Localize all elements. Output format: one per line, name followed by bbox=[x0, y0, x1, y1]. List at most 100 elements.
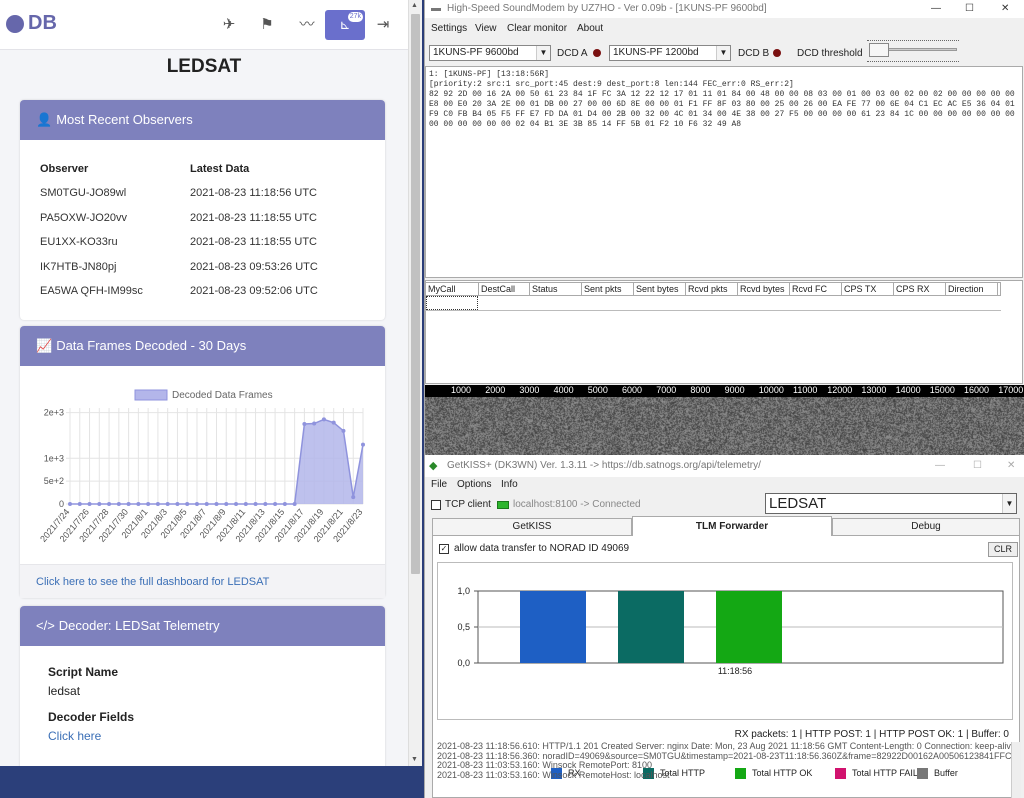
chart-icon: 📈 bbox=[36, 338, 53, 353]
user-icon: 👤 bbox=[36, 112, 53, 127]
stations-icon[interactable]: ⚑ bbox=[256, 14, 278, 36]
data-point bbox=[253, 502, 258, 506]
observer-latest-data: 2021-08-23 11:18:56 UTC bbox=[190, 187, 317, 199]
minimize-icon[interactable]: — bbox=[935, 455, 945, 477]
grid-column-header[interactable]: Rcvd FC bbox=[790, 283, 842, 295]
data-point bbox=[204, 502, 209, 506]
grid-column-header[interactable]: CPS TX bbox=[842, 283, 894, 295]
grid-column-header[interactable]: CPS RX bbox=[894, 283, 946, 295]
allow-transfer-checkbox[interactable]: ✓ bbox=[439, 544, 449, 554]
decoder-card: </> Decoder: LEDSat Telemetry Script Name… bbox=[20, 606, 385, 766]
gk-menu-file[interactable]: File bbox=[431, 479, 447, 490]
observer-latest-data: 2021-08-23 11:18:55 UTC bbox=[190, 211, 317, 224]
data-point bbox=[87, 502, 92, 506]
slider-thumb[interactable] bbox=[869, 43, 889, 57]
log-line: 2021-08-23 11:18:56.360: noradID=49069&s… bbox=[437, 751, 1015, 761]
hs-menu-about[interactable]: About bbox=[577, 23, 603, 34]
observations-icon[interactable]: 〰 bbox=[296, 14, 318, 36]
frequency-tick-label: 7000 bbox=[656, 385, 677, 395]
grid-column-header[interactable]: Rcvd pkts bbox=[686, 283, 738, 295]
minimize-icon[interactable]: — bbox=[931, 0, 941, 18]
grid-column-header[interactable]: Direction bbox=[946, 283, 998, 295]
modem-b-select[interactable]: 1KUNS-PF 1200bd ▼ bbox=[609, 45, 731, 61]
observers-card-header: 👤 Most Recent Observers bbox=[20, 100, 385, 140]
data-point bbox=[136, 502, 141, 506]
frequency-tick-label: 11000 bbox=[793, 385, 818, 395]
grid-column-header[interactable]: DestCall bbox=[479, 283, 530, 295]
dcd-threshold-slider[interactable] bbox=[867, 40, 959, 62]
monitor-hex: 82 92 2D 00 16 2A 00 50 61 23 84 1F FC 3… bbox=[429, 90, 1015, 129]
satnogs-logo[interactable]: DB bbox=[6, 12, 57, 35]
data-point bbox=[116, 502, 121, 506]
tcp-client-checkbox[interactable] bbox=[431, 500, 441, 510]
grid-column-header[interactable]: MyCall bbox=[426, 283, 479, 295]
logo-text: DB bbox=[28, 12, 57, 34]
frames-card-footer: Click here to see the full dashboard for… bbox=[20, 564, 385, 598]
log-line: 2021-08-23 11:03:53.160: Winsock RemoteH… bbox=[437, 770, 670, 780]
close-icon[interactable]: ✕ bbox=[1001, 0, 1009, 18]
gk-menu-info[interactable]: Info bbox=[501, 479, 518, 490]
frames-card: 📈 Data Frames Decoded - 30 Days 2e+3 1e+3 5… bbox=[20, 326, 385, 598]
gk-menu-options[interactable]: Options bbox=[457, 479, 491, 490]
x-tick-label: 11:18:56 bbox=[718, 666, 752, 676]
satellite-icon[interactable]: ✈ bbox=[218, 14, 240, 36]
data-point bbox=[341, 428, 346, 433]
data-point bbox=[361, 442, 365, 447]
data-point bbox=[214, 502, 219, 506]
tlm-log[interactable]: 2021-08-23 11:18:56.610: HTTP/1.1 201 Cr… bbox=[437, 742, 1015, 798]
frequency-tick-label: 3000 bbox=[519, 385, 540, 395]
tab-debug[interactable]: Debug bbox=[832, 518, 1020, 536]
tab-tlm-forwarder[interactable]: TLM Forwarder bbox=[632, 516, 832, 537]
hs-menu-view[interactable]: View bbox=[475, 23, 497, 34]
log-scrollbar[interactable] bbox=[1011, 742, 1021, 798]
statistics-nav-button[interactable]: ⊾ 27k bbox=[325, 10, 365, 40]
scroll-down-icon[interactable]: ▼ bbox=[411, 756, 418, 763]
frequency-tick-label: 4000 bbox=[553, 385, 574, 395]
frequency-tick-label: 14000 bbox=[895, 385, 921, 395]
soundmodem-title: High-Speed SoundModem by UZ7HO - Ver 0.0… bbox=[447, 3, 767, 14]
grid-column-header[interactable]: Sent pkts bbox=[582, 283, 634, 295]
frequency-tick-label: 17000 bbox=[998, 385, 1024, 395]
observer-callsign: EU1XX-KO33ru bbox=[40, 236, 118, 249]
data-point bbox=[292, 502, 297, 506]
frequency-tick-label: 2000 bbox=[485, 385, 506, 395]
chevron-down-icon: ▼ bbox=[536, 46, 550, 60]
tlm-status-line: RX packets: 1 | HTTP POST: 1 | HTTP POST… bbox=[734, 729, 1009, 740]
clear-button[interactable]: CLR bbox=[988, 542, 1018, 557]
grid-column-header[interactable]: Sent bytes bbox=[634, 283, 686, 295]
grid-column-header[interactable]: Status bbox=[530, 283, 582, 295]
legend-label: Decoded Data Frames bbox=[172, 390, 273, 401]
frequency-tick-label: 13000 bbox=[861, 385, 887, 395]
browser-panel: DB ✈ ⚑ 〰 ⊾ 27k ⇥ LEDSAT 👤 Most Recent Obse… bbox=[0, 0, 422, 766]
modem-a-select[interactable]: 1KUNS-PF 9600bd ▼ bbox=[429, 45, 551, 61]
tab-getkiss[interactable]: GetKISS bbox=[432, 518, 632, 536]
allow-transfer-label: allow data transfer to NORAD ID 49069 bbox=[454, 543, 630, 554]
hs-menu-clear-monitor[interactable]: Clear monitor bbox=[507, 23, 567, 34]
frequency-tick-label: 9000 bbox=[724, 385, 745, 395]
logo-icon bbox=[6, 14, 24, 33]
close-icon[interactable]: ✕ bbox=[1007, 455, 1015, 477]
connections-row bbox=[425, 296, 1001, 311]
decoder-fields-link[interactable]: Click here bbox=[48, 729, 101, 743]
frequency-tick-label: 16000 bbox=[964, 385, 990, 395]
monitor-output[interactable]: 1: [1KUNS-PF] [13:18:56R] [priority:2 sr… bbox=[425, 66, 1023, 278]
getkiss-title: GetKISS+ (DK3WN) Ver. 1.3.11 -> https://… bbox=[447, 460, 761, 471]
maximize-icon[interactable]: ☐ bbox=[965, 0, 974, 18]
maximize-icon[interactable]: ☐ bbox=[973, 455, 982, 477]
decoder-fields-label: Decoder Fields bbox=[48, 710, 135, 724]
script-name-value: ledsat bbox=[48, 684, 81, 698]
full-dashboard-link[interactable]: Click here to see the full dashboard for… bbox=[36, 576, 269, 588]
scrollbar-thumb[interactable] bbox=[411, 14, 420, 574]
frequency-tick-label: 6000 bbox=[622, 385, 643, 395]
frequency-tick-label: 10000 bbox=[758, 385, 784, 395]
grid-column-header[interactable]: Rcvd bytes bbox=[738, 283, 790, 295]
observer-callsign: SM0TGU-JO89wl bbox=[40, 187, 127, 199]
satellite-select[interactable]: LEDSAT ▼ bbox=[765, 493, 1017, 514]
data-point bbox=[107, 502, 112, 506]
monitor-line: 1: [1KUNS-PF] [13:18:56R] bbox=[429, 70, 550, 79]
hs-menu-settings[interactable]: Settings bbox=[431, 23, 467, 34]
login-icon[interactable]: ⇥ bbox=[372, 14, 394, 36]
nav-badge: 27k bbox=[347, 12, 363, 22]
scroll-up-icon[interactable]: ▲ bbox=[411, 2, 418, 9]
frequency-tick-label: 15000 bbox=[929, 385, 955, 395]
